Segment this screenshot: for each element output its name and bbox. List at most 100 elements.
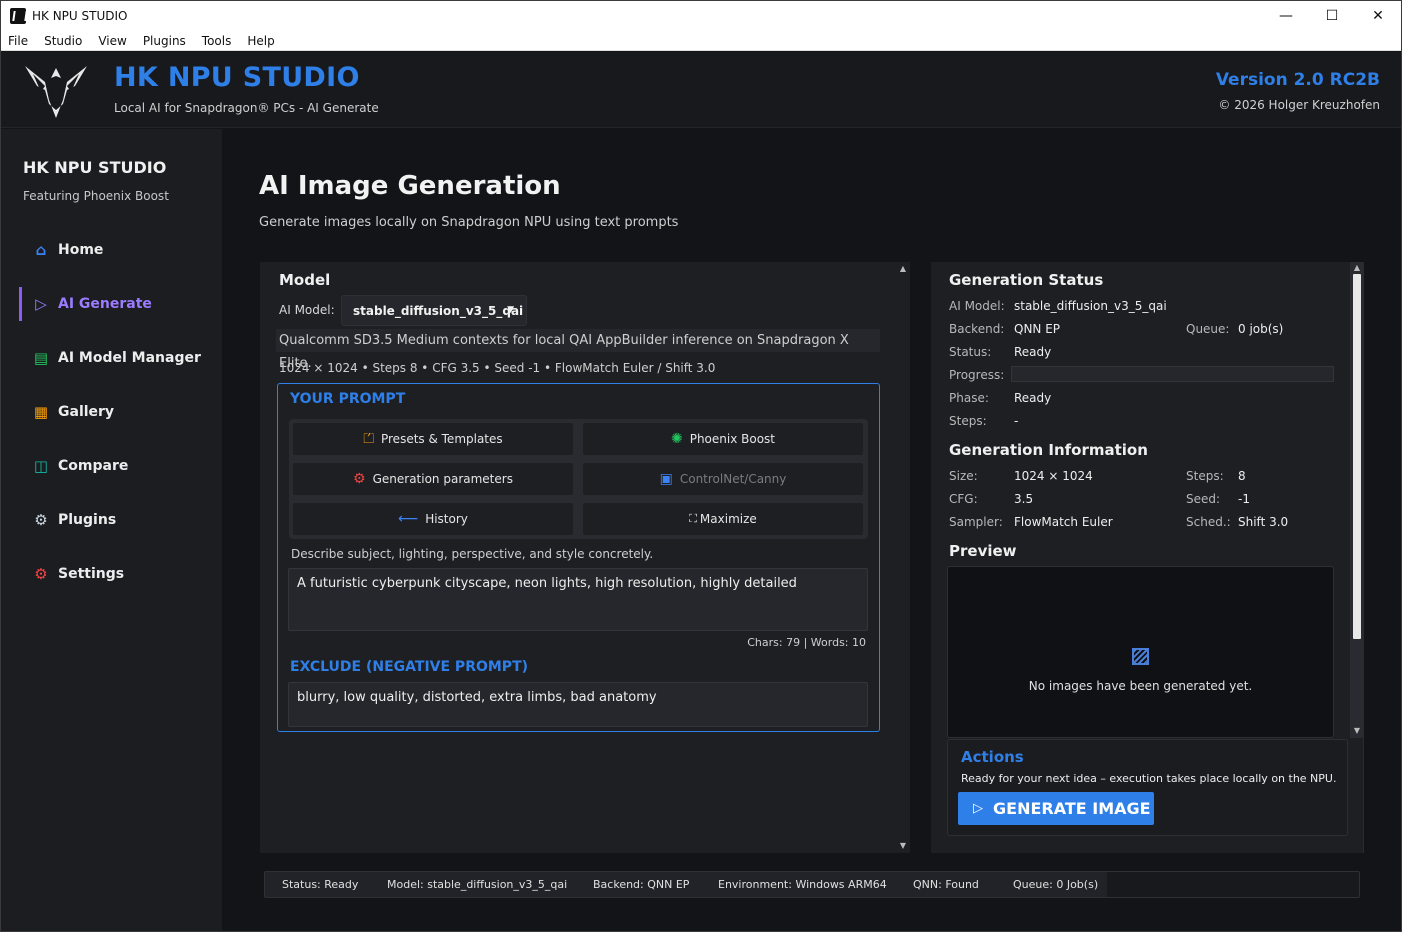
statusbar-status: Status: Ready — [282, 878, 359, 891]
sidebar-item-compare[interactable]: ◫ Compare — [19, 449, 209, 483]
document-icon: ▣ — [659, 471, 673, 487]
info-steps-label: Steps: — [1186, 469, 1224, 483]
scroll-up-icon[interactable]: ▲ — [899, 265, 907, 273]
menu-help[interactable]: Help — [239, 34, 282, 48]
maximize-prompt-button[interactable]: ⛶ Maximize — [583, 503, 863, 535]
menu-plugins[interactable]: Plugins — [135, 34, 194, 48]
play-icon: ▷ — [35, 295, 47, 313]
phoenix-logo-icon — [25, 66, 87, 118]
generate-button-label: GENERATE IMAGE — [993, 799, 1151, 818]
info-size-label: Size: — [949, 469, 978, 483]
ai-model-selected: stable_diffusion_v3_5_qai — [353, 303, 524, 318]
plug-icon: ⚙ — [34, 511, 48, 529]
app-header: HK NPU STUDIO Local AI for Snapdragon® P… — [1, 52, 1401, 128]
ai-model-select[interactable]: stable_diffusion_v3_5_qai ▼ — [341, 295, 527, 326]
sidebar-item-ai-generate[interactable]: ▷ AI Generate — [19, 287, 209, 321]
sidebar-item-ai-model-manager[interactable]: ▤ AI Model Manager — [19, 341, 209, 375]
home-icon: ⌂ — [35, 241, 47, 259]
generation-info-heading: Generation Information — [949, 441, 1148, 459]
menu-tools[interactable]: Tools — [194, 34, 240, 48]
sidebar-subtitle: Featuring Phoenix Boost — [23, 189, 169, 203]
sidebar-item-label: Home — [58, 242, 104, 258]
scroll-up-icon[interactable]: ▲ — [1353, 264, 1361, 272]
generation-parameters-button[interactable]: ⚙ Generation parameters — [293, 463, 573, 495]
menu-view[interactable]: View — [90, 34, 134, 48]
generate-image-button[interactable]: ▷ GENERATE IMAGE — [958, 792, 1154, 825]
button-label: Phoenix Boost — [689, 432, 776, 446]
info-cfg-label: CFG: — [949, 492, 978, 506]
history-button[interactable]: ⟵ History — [293, 503, 573, 535]
scroll-down-icon[interactable]: ▼ — [1353, 727, 1361, 735]
preview-heading: Preview — [949, 542, 1017, 560]
status-status-value: Ready — [1014, 345, 1052, 359]
phoenix-boost-button[interactable]: ✺ Phoenix Boost — [583, 423, 863, 455]
status-phase-value: Ready — [1014, 391, 1052, 405]
close-button[interactable]: ✕ — [1355, 1, 1401, 31]
prompt-hint: Describe subject, lighting, perspective,… — [291, 547, 654, 561]
play-icon: ▷ — [973, 801, 983, 816]
arrow-left-icon: ⟵ — [398, 511, 419, 527]
info-sampler-value: FlowMatch Euler — [1014, 515, 1113, 529]
info-cfg-value: 3.5 — [1014, 492, 1034, 506]
version-label: Version 2.0 RC2B — [1215, 70, 1380, 90]
window-title: HK NPU STUDIO — [32, 9, 128, 23]
status-steps-value: - — [1014, 414, 1019, 428]
status-model-value: stable_diffusion_v3_5_qai — [1014, 299, 1167, 313]
status-progress-label: Progress: — [949, 368, 1005, 382]
statusbar-qnn: QNN: Found — [913, 878, 979, 891]
model-prompt-panel: Model AI Model: stable_diffusion_v3_5_qa… — [260, 262, 910, 853]
actions-heading: Actions — [961, 748, 1024, 766]
left-panel-scrollbar[interactable]: ▲ ▼ — [896, 262, 910, 853]
folder-icon: ⏍ — [363, 431, 374, 447]
generation-status-panel: Generation Status AI Model: stable_diffu… — [931, 262, 1364, 853]
scroll-thumb[interactable] — [1353, 274, 1361, 639]
sidebar-item-home[interactable]: ⌂ Home — [19, 233, 209, 267]
menu-studio[interactable]: Studio — [36, 34, 90, 48]
ai-model-label: AI Model: — [279, 303, 335, 317]
controlnet-canny-button[interactable]: ▣ ControlNet/Canny — [583, 463, 863, 495]
info-seed-value: -1 — [1238, 492, 1250, 506]
app-window: HK NPU STUDIO — ☐ ✕ File Studio View Plu… — [0, 0, 1402, 932]
list-icon: ▤ — [33, 349, 49, 367]
status-queue-label: Queue: — [1186, 322, 1230, 336]
button-label: ControlNet/Canny — [679, 472, 787, 486]
presets-templates-button[interactable]: ⏍ Presets & Templates — [293, 423, 573, 455]
maximize-button[interactable]: ☐ — [1309, 1, 1355, 31]
info-steps-value: 8 — [1238, 469, 1246, 483]
header-subtitle: Local AI for Snapdragon® PCs - AI Genera… — [114, 101, 379, 115]
copyright-label: © 2026 Holger Kreuzhofen — [1218, 98, 1380, 112]
status-backend-value: QNN EP — [1014, 322, 1061, 336]
page-subtitle: Generate images locally on Snapdragon NP… — [259, 215, 679, 230]
negative-prompt-heading: EXCLUDE (NEGATIVE PROMPT) — [290, 659, 529, 675]
sidebar-item-label: Plugins — [58, 512, 117, 528]
actions-section: Actions Ready for your next idea – execu… — [947, 739, 1348, 836]
sidebar-item-label: Compare — [58, 458, 129, 474]
sidebar-item-plugins[interactable]: ⚙ Plugins — [19, 503, 209, 537]
prompt-input[interactable]: A futuristic cyberpunk cityscape, neon l… — [288, 568, 868, 631]
info-seed-label: Seed: — [1186, 492, 1221, 506]
sidebar-item-label: Settings — [58, 566, 125, 582]
menu-bar: File Studio View Plugins Tools Help — [1, 31, 1401, 51]
button-label: Maximize — [699, 512, 757, 526]
info-size-value: 1024 × 1024 — [1014, 469, 1093, 483]
sidebar-title: HK NPU STUDIO — [23, 158, 167, 177]
menu-file[interactable]: File — [1, 34, 36, 48]
minimize-button[interactable]: — — [1263, 1, 1309, 31]
prompt-section: YOUR PROMPT ⏍ Presets & Templates ✺ Phoe… — [277, 383, 880, 732]
sidebar: HK NPU STUDIO Featuring Phoenix Boost ⌂ … — [1, 129, 222, 931]
right-panel-scrollbar[interactable]: ▲ ▼ — [1350, 262, 1364, 738]
sidebar-item-settings[interactable]: ⚙ Settings — [19, 557, 209, 591]
image-placeholder-icon — [1132, 648, 1149, 665]
prompt-tools-grid: ⏍ Presets & Templates ✺ Phoenix Boost ⚙ … — [289, 419, 868, 539]
status-queue-value: 0 job(s) — [1238, 322, 1284, 336]
button-label: Presets & Templates — [380, 432, 503, 446]
sidebar-item-gallery[interactable]: ▦ Gallery — [19, 395, 209, 429]
statusbar-environment: Environment: Windows ARM64 — [718, 878, 887, 891]
scroll-down-icon[interactable]: ▼ — [899, 842, 907, 850]
info-sched-value: Shift 3.0 — [1238, 515, 1289, 529]
model-description: Qualcomm SD3.5 Medium contexts for local… — [276, 329, 880, 371]
image-preview: No images have been generated yet. — [947, 566, 1334, 738]
status-model-label: AI Model: — [949, 299, 1005, 313]
negative-prompt-input[interactable]: blurry, low quality, distorted, extra li… — [288, 682, 868, 727]
button-label: History — [425, 512, 468, 526]
